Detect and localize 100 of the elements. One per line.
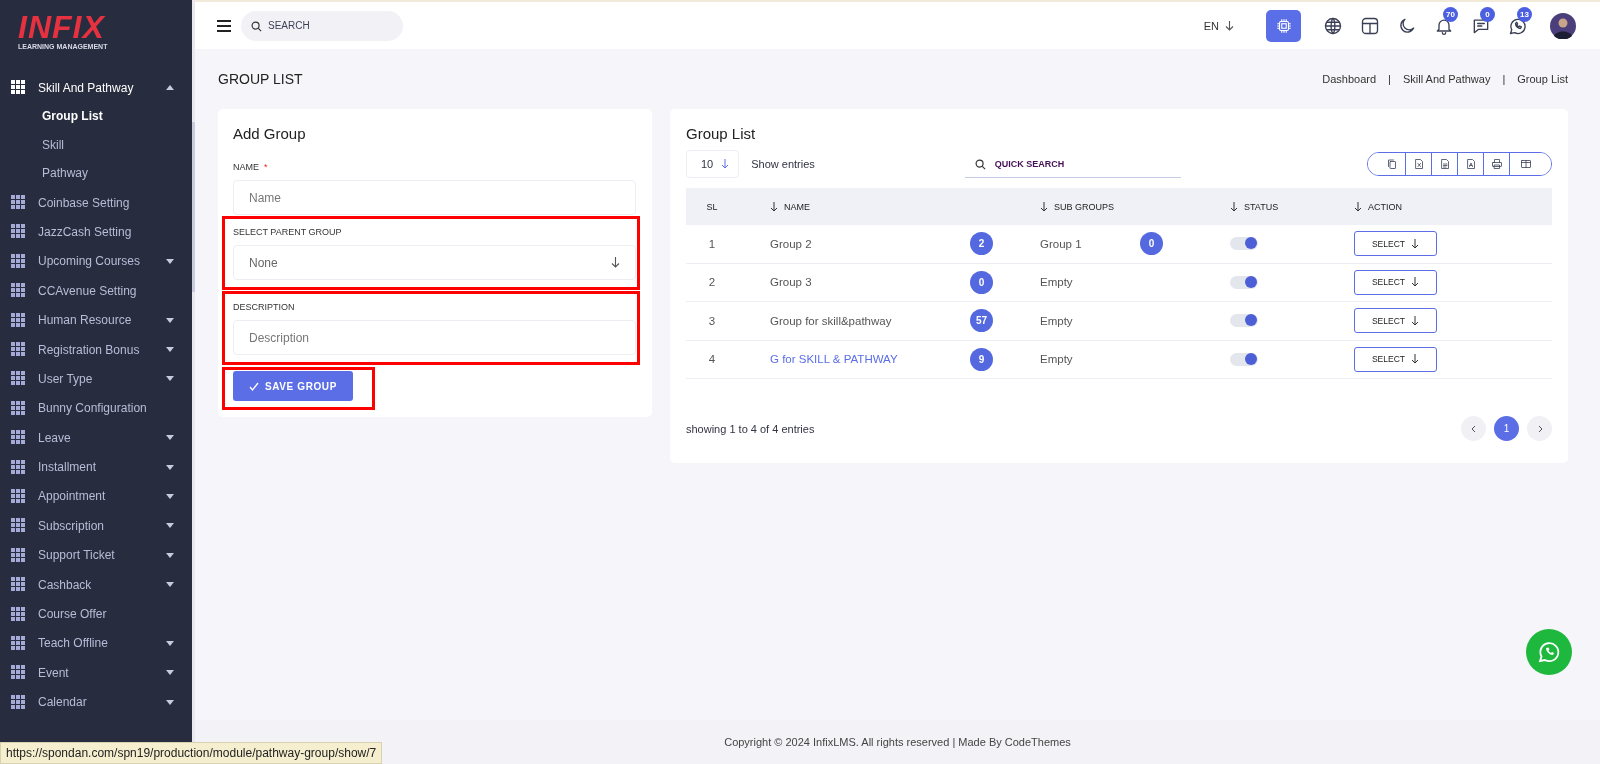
card-title: Group List	[686, 125, 756, 142]
search-icon	[974, 159, 986, 170]
grid-icon	[11, 283, 26, 299]
whatsapp-button[interactable]	[1526, 629, 1572, 675]
sidebar-item[interactable]: Registration Bonus	[0, 334, 192, 365]
avatar[interactable]	[1550, 12, 1576, 39]
sidebar-item[interactable]: Event	[0, 658, 192, 688]
grid-icon	[11, 489, 26, 504]
breadcrumb-link[interactable]: Dashboard	[1322, 73, 1377, 85]
grid-icon	[11, 430, 26, 446]
table-cell: 4	[686, 340, 738, 379]
select-dropdown-button[interactable]: SELECT	[1354, 308, 1437, 334]
sidebar-item[interactable]: JazzCash Setting	[0, 217, 192, 247]
sidebar-item[interactable]: Bunny Configuration	[0, 393, 192, 423]
table-cell: Group 1	[1040, 225, 1140, 264]
grid-icon	[11, 400, 26, 416]
column-header[interactable]: NAME	[738, 188, 970, 225]
columns-button[interactable]	[1509, 153, 1551, 175]
sidebar-item[interactable]: Human Resource	[0, 305, 192, 335]
grid-icon	[11, 342, 26, 358]
grid-icon	[11, 459, 26, 475]
breadcrumb-link[interactable]: Group List	[1517, 73, 1568, 85]
arrow-down-icon	[770, 201, 778, 212]
sidebar-item[interactable]: Coinbase Setting	[0, 187, 192, 218]
sidebar-item[interactable]: CCAvenue Setting	[0, 276, 192, 306]
sidebar-item[interactable]: Appointment	[0, 481, 192, 512]
sidebar-item[interactable]: Teach Offline	[0, 628, 192, 659]
table-cell: Empty	[1040, 340, 1140, 379]
sidebar-item[interactable]: Skill And Pathway	[0, 73, 192, 103]
scrollbar-thumb[interactable]	[192, 122, 195, 292]
sidebar-item[interactable]: Cashback	[0, 569, 192, 600]
arrow-down-icon	[1411, 277, 1420, 288]
grid-icon	[11, 80, 26, 96]
search-field[interactable]: SEARCH	[241, 10, 403, 41]
save-button[interactable]: SAVE GROUP	[233, 371, 353, 401]
sidebar-item[interactable]: Course Offer	[0, 599, 192, 629]
status-toggle[interactable]	[1230, 352, 1258, 366]
language-dropdown[interactable]: EN	[1203, 19, 1234, 32]
grid-icon	[11, 606, 26, 622]
table-cell: Empty	[1040, 302, 1140, 341]
page-title: GROUP LIST	[218, 71, 304, 87]
sidebar-item[interactable]: Leave	[0, 423, 192, 453]
excel-file-icon	[1412, 158, 1425, 170]
arrow-down-icon	[1230, 201, 1238, 212]
submenu-item[interactable]: Group List	[42, 102, 103, 131]
table-cell: Group for skill&pathway	[738, 302, 970, 341]
grid-icon	[11, 253, 26, 269]
submenu-item[interactable]: Pathway	[42, 159, 89, 188]
status-toggle[interactable]	[1230, 275, 1258, 289]
status-url: https://spondan.com/spn19/production/module/pathway-group/show/7	[0, 742, 383, 764]
required-mark: *	[264, 162, 268, 172]
status-toggle[interactable]	[1230, 237, 1258, 251]
quick-search-field[interactable]: QUICK SEARCH	[964, 150, 1181, 178]
page-size-select[interactable]: 10	[686, 150, 740, 178]
column-header[interactable]: SL	[686, 188, 738, 225]
table-cell: Empty	[1040, 263, 1140, 302]
group-link[interactable]: G for SKILL & PATHWAY	[738, 340, 970, 379]
grid-icon	[11, 371, 26, 387]
count-badge: 70	[1443, 6, 1458, 22]
arrow-down-icon	[1354, 201, 1362, 212]
field-label: DESCRIPTION	[233, 302, 295, 312]
sidebar-item[interactable]: Subscription	[0, 511, 192, 541]
select-dropdown-button[interactable]: SELECT	[1354, 231, 1437, 257]
column-header[interactable]: SUB GROUPS	[1040, 188, 1140, 225]
breadcrumb-link[interactable]: Skill And Pathway	[1402, 73, 1491, 85]
sidebar-item[interactable]: User Type	[0, 364, 192, 394]
chip-button[interactable]	[1266, 9, 1301, 42]
grid-icon	[11, 195, 26, 211]
search-icon	[251, 20, 262, 32]
arrow-down-icon	[1225, 20, 1234, 31]
grid-icon	[11, 577, 26, 593]
menu-icon[interactable]	[217, 19, 231, 32]
table-cell: 2	[686, 263, 738, 302]
select-dropdown-button[interactable]: SELECT	[1354, 346, 1437, 372]
submenu-item[interactable]: Skill	[42, 130, 64, 160]
entries-summary: showing 1 to 4 of 4 entries	[686, 422, 815, 435]
columns-icon	[1519, 158, 1532, 170]
grid-icon	[11, 224, 26, 240]
chevron-left-icon	[1469, 424, 1478, 433]
chip-icon	[1274, 16, 1293, 35]
grid-icon	[11, 635, 26, 651]
print-icon	[1490, 158, 1503, 170]
sidebar-item[interactable]: Upcoming Courses	[0, 246, 192, 277]
input-field[interactable]: Name	[233, 180, 636, 215]
parent-group-select[interactable]: None	[233, 245, 636, 280]
input-field[interactable]: Description	[233, 320, 636, 355]
column-header[interactable]: STATUS	[1210, 188, 1344, 225]
page-button[interactable]: 1	[1494, 416, 1519, 441]
status-toggle[interactable]	[1230, 314, 1258, 328]
card-title: Add Group	[233, 125, 306, 142]
sidebar-item[interactable]: Support Ticket	[0, 540, 192, 570]
layout-icon[interactable]	[1360, 15, 1380, 36]
globe-icon[interactable]	[1323, 15, 1343, 36]
count-badge: 9	[970, 347, 993, 371]
sidebar-item[interactable]: Calendar	[0, 687, 192, 717]
sidebar-item[interactable]: Installment	[0, 452, 192, 482]
grid-icon	[11, 665, 26, 681]
select-dropdown-button[interactable]: SELECT	[1354, 269, 1437, 295]
column-header[interactable]: ACTION	[1344, 188, 1552, 225]
pdf-file-icon	[1464, 158, 1477, 170]
